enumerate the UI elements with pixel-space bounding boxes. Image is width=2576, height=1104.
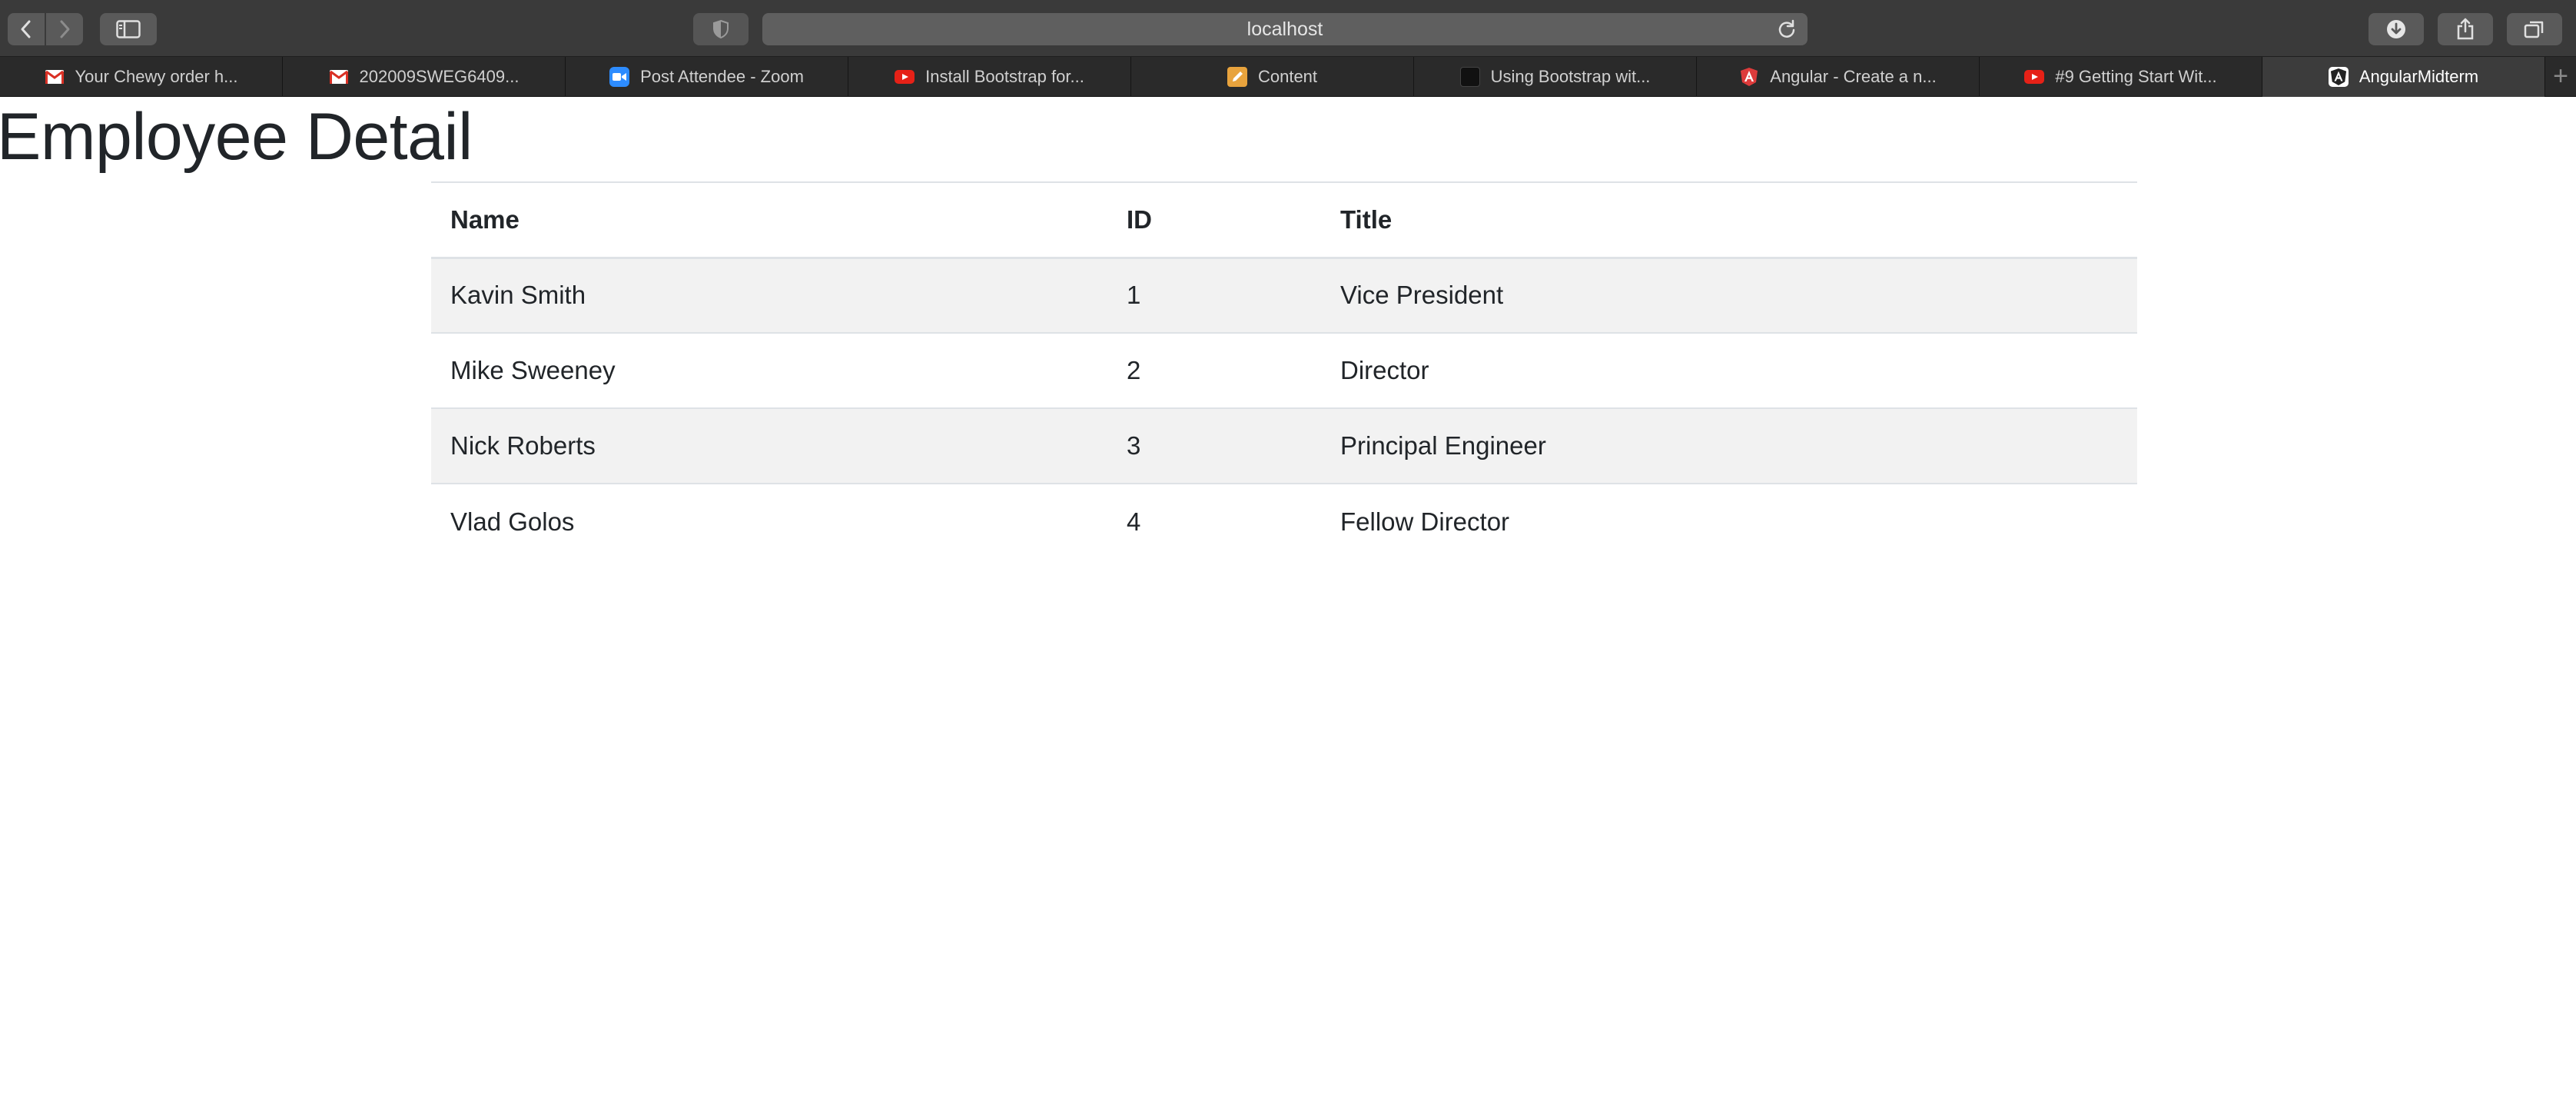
tab-label: AngularMidterm	[2359, 67, 2479, 86]
table-header-row: Name ID Title	[431, 181, 2137, 259]
employee-id-cell: 3	[1107, 407, 1321, 484]
address-text: localhost	[1247, 18, 1323, 40]
share-icon	[2457, 18, 2474, 40]
reload-icon[interactable]	[1777, 19, 1797, 45]
employee-title-cell: Principal Engineer	[1321, 407, 2137, 484]
tab-label: 202009SWEG6409...	[359, 67, 520, 86]
tab-content[interactable]: Content	[1131, 57, 1414, 97]
tab-install-bootstrap[interactable]: Install Bootstrap for...	[848, 57, 1131, 97]
tab-getting-started[interactable]: #9 Getting Start Wit...	[1980, 57, 2262, 97]
chevron-right-icon	[60, 20, 70, 38]
chevron-left-icon	[21, 20, 31, 38]
employee-id-cell: 2	[1107, 332, 1321, 408]
tab-zoom[interactable]: Post Attendee - Zoom	[566, 57, 848, 97]
gmail-icon	[329, 67, 349, 87]
tab-label: Post Attendee - Zoom	[640, 67, 804, 86]
sidebar-icon	[116, 20, 141, 38]
downloads-button[interactable]	[2369, 13, 2424, 45]
new-tab-button[interactable]: +	[2545, 57, 2576, 96]
download-icon	[2387, 20, 2405, 38]
column-header-title: Title	[1321, 181, 2137, 259]
employee-title-cell: Fellow Director	[1321, 483, 2137, 559]
page-title: Employee Detail	[0, 100, 473, 174]
table-row: Nick Roberts 3 Principal Engineer	[431, 407, 2137, 484]
tab-overview-button[interactable]	[2507, 13, 2562, 45]
employee-name-cell: Vlad Golos	[431, 483, 1107, 559]
tab-label: Your Chewy order h...	[75, 67, 238, 86]
forward-button[interactable]	[46, 13, 83, 45]
employee-table: Name ID Title Kavin Smith 1 Vice Preside…	[431, 181, 2137, 559]
tab-chewy-order[interactable]: Your Chewy order h...	[0, 57, 283, 97]
pencil-icon	[1227, 67, 1247, 87]
tab-gmail-course[interactable]: 202009SWEG6409...	[283, 57, 566, 97]
browser-toolbar: localhost	[0, 0, 2576, 57]
employee-name-cell: Nick Roberts	[431, 407, 1107, 484]
tab-overview-icon	[2524, 21, 2544, 38]
table-row: Kavin Smith 1 Vice President	[431, 257, 2137, 333]
youtube-icon	[2024, 67, 2045, 87]
angular-icon	[2328, 67, 2349, 87]
employee-name-cell: Kavin Smith	[431, 257, 1107, 333]
zoom-icon	[609, 67, 630, 87]
sidebar-toggle-button[interactable]	[100, 13, 157, 45]
employee-id-cell: 1	[1107, 257, 1321, 333]
shield-icon	[713, 19, 729, 39]
angular-icon	[1739, 67, 1759, 87]
privacy-report-button[interactable]	[693, 13, 749, 45]
column-header-name: Name	[431, 181, 1107, 259]
tab-label: Angular - Create a n...	[1770, 67, 1937, 86]
back-button[interactable]	[8, 13, 45, 45]
youtube-icon	[895, 67, 915, 87]
tab-strip: Your Chewy order h... 202009SWEG6409... …	[0, 57, 2576, 97]
column-header-id: ID	[1107, 181, 1321, 259]
tab-label: #9 Getting Start Wit...	[2055, 67, 2217, 86]
table-row: Mike Sweeney 2 Director	[431, 332, 2137, 408]
address-bar[interactable]: localhost	[762, 13, 1808, 45]
employee-title-cell: Vice President	[1321, 257, 2137, 333]
gmail-icon	[45, 67, 65, 87]
employee-name-cell: Mike Sweeney	[431, 332, 1107, 408]
share-button[interactable]	[2438, 13, 2493, 45]
table-row: Vlad Golos 4 Fellow Director	[431, 483, 2137, 559]
tab-angular-create[interactable]: Angular - Create a n...	[1697, 57, 1980, 97]
dark-square-icon	[1459, 67, 1480, 87]
tab-angular-midterm[interactable]: AngularMidterm	[2262, 57, 2545, 97]
tab-label: Content	[1257, 67, 1318, 86]
employee-id-cell: 4	[1107, 483, 1321, 559]
tab-label: Install Bootstrap for...	[925, 67, 1084, 86]
tab-label: Using Bootstrap wit...	[1490, 67, 1651, 86]
employee-title-cell: Director	[1321, 332, 2137, 408]
tab-using-bootstrap[interactable]: Using Bootstrap wit...	[1414, 57, 1697, 97]
